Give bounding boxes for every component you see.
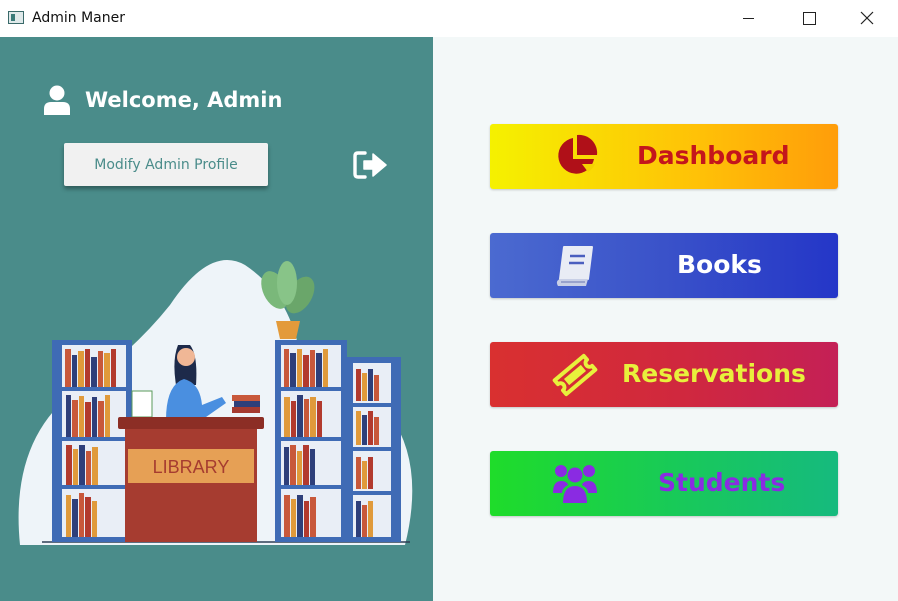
right-panel: Dashboard Books Reservations Students (433, 37, 898, 601)
welcome-heading: Welcome, Admin (85, 88, 283, 112)
users-group-icon (553, 465, 597, 503)
library-illustration: LIBRARY (18, 260, 413, 545)
books-button[interactable]: Books (490, 233, 838, 298)
desk-sign: LIBRARY (153, 457, 230, 477)
modify-admin-profile-button[interactable]: Modify Admin Profile (64, 143, 268, 186)
window-titlebar: Admin Maner (0, 0, 898, 37)
reservations-label: Reservations (622, 359, 806, 388)
students-label: Students (658, 468, 786, 497)
reservations-button[interactable]: Reservations (490, 342, 838, 407)
maximize-button[interactable] (779, 0, 837, 37)
ticket-icon (552, 353, 598, 397)
close-button[interactable] (838, 0, 896, 37)
left-panel: Welcome, Admin Modify Admin Profile LIBR… (0, 37, 433, 601)
books-label: Books (677, 250, 762, 279)
minimize-button[interactable] (720, 0, 778, 37)
close-icon (860, 11, 874, 25)
dashboard-button[interactable]: Dashboard (490, 124, 838, 189)
pie-chart-icon (558, 134, 598, 174)
user-icon (44, 85, 70, 115)
book-icon (556, 246, 593, 286)
logout-icon[interactable] (352, 150, 388, 180)
dashboard-label: Dashboard (637, 141, 790, 170)
app-icon (8, 11, 24, 24)
students-button[interactable]: Students (490, 451, 838, 516)
window-title: Admin Maner (32, 10, 125, 26)
